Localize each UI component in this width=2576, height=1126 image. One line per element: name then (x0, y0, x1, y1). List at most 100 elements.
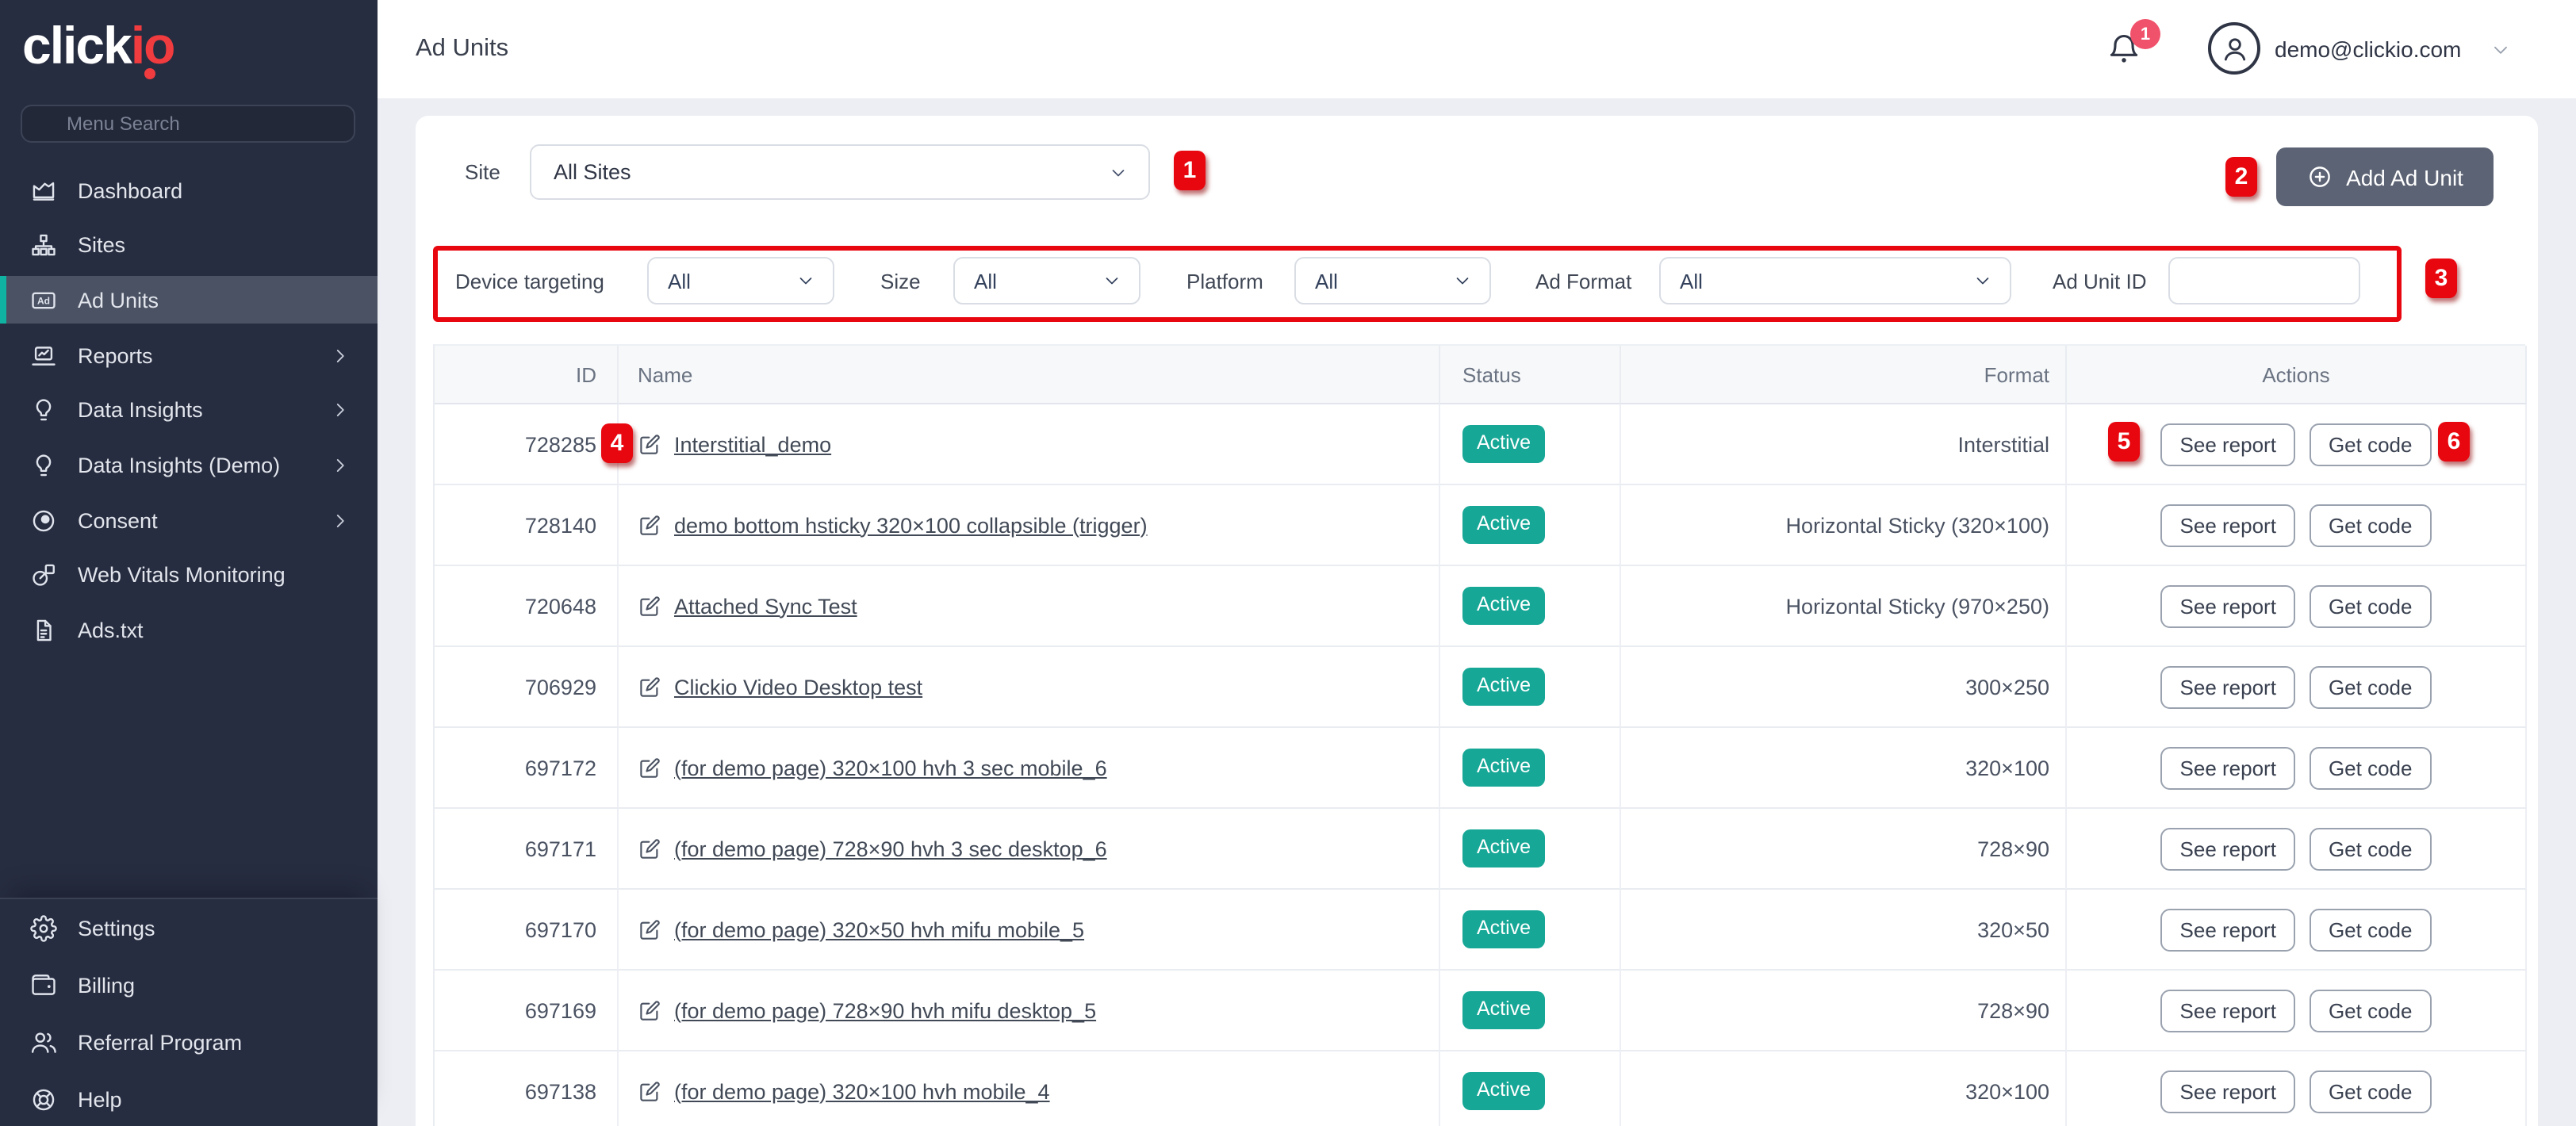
ad-unit-id-label: Ad Unit ID (2053, 270, 2147, 293)
edit-icon[interactable] (638, 594, 661, 618)
wallet-icon (30, 971, 57, 998)
edit-icon[interactable] (638, 513, 661, 537)
status-badge: Active (1462, 506, 1545, 544)
get-code-button[interactable]: Get code (2310, 584, 2432, 627)
sidebar-item-referral-program[interactable]: Referral Program (0, 1018, 378, 1066)
ad-unit-name-link[interactable]: Attached Sync Test (674, 594, 857, 618)
get-code-button[interactable]: Get code (2310, 504, 2432, 546)
page-title: Ad Units (416, 35, 508, 63)
see-report-button[interactable]: See report (2161, 989, 2295, 1032)
lightbulb-icon (30, 452, 57, 479)
edit-icon[interactable] (638, 756, 661, 779)
sidebar-item-data-insights[interactable]: Data Insights (0, 387, 378, 435)
format-cell: Horizontal Sticky (970×250) (1621, 566, 2067, 647)
sidebar-item-data-insights-demo[interactable]: Data Insights (Demo) (0, 442, 378, 489)
sidebar-item-sites[interactable]: Sites (0, 221, 378, 269)
sidebar-item-help[interactable]: Help (0, 1075, 378, 1123)
get-code-button[interactable]: Get code (2310, 1070, 2432, 1113)
ad-unit-name-cell: Clickio Video Desktop test (619, 647, 1440, 728)
device-targeting-label: Device targeting (455, 270, 604, 293)
user-email[interactable]: demo@clickio.com (2275, 36, 2461, 62)
ad-unit-name-link[interactable]: Interstitial_demo (674, 432, 831, 456)
ad-unit-name-cell: (for demo page) 728×90 hvh mifu desktop_… (619, 971, 1440, 1051)
format-cell: 300×250 (1621, 647, 2067, 728)
ad-unit-id-input[interactable] (2168, 257, 2360, 304)
get-code-button[interactable]: Get code (2310, 989, 2432, 1032)
edit-icon[interactable] (638, 675, 661, 699)
ad-unit-name-link[interactable]: (for demo page) 320×100 hvh 3 sec mobile… (674, 756, 1107, 779)
sidebar-bottom-nav: Settings Billing Referral Program Help (0, 898, 378, 1126)
ad-unit-name-link[interactable]: (for demo page) 728×90 hvh 3 sec desktop… (674, 837, 1107, 860)
table-row: 706929 Clickio Video Desktop test Active… (435, 647, 2525, 728)
sidebar-item-consent[interactable]: Consent (0, 496, 378, 544)
ad-format-select[interactable]: All (1659, 257, 2011, 304)
get-code-button[interactable]: Get code (2310, 746, 2432, 789)
site-select[interactable]: All Sites (530, 144, 1150, 200)
chevron-down-icon[interactable] (2490, 40, 2511, 60)
sidebar-nav: Dashboard Sites Ad Units Reports Data In… (0, 167, 378, 661)
sidebar-item-label: Data Insights (Demo) (78, 454, 280, 477)
ad-units-card: Site All Sites Add Ad Unit Device target… (416, 116, 2538, 1126)
edit-icon[interactable] (638, 998, 661, 1022)
ad-unit-id: 697138 (435, 1051, 619, 1126)
site-filter-label: Site (465, 160, 500, 184)
ad-unit-name-cell: (for demo page) 320×100 hvh 3 sec mobile… (619, 728, 1440, 809)
ad-unit-id: 706929 (435, 647, 619, 728)
see-report-button[interactable]: See report (2161, 908, 2295, 951)
device-targeting-select[interactable]: All (647, 257, 834, 304)
sidebar-item-dashboard[interactable]: Dashboard (0, 167, 378, 214)
ad-unit-id: 697170 (435, 890, 619, 971)
see-report-button[interactable]: See report (2161, 584, 2295, 627)
see-report-button[interactable]: See report (2161, 1070, 2295, 1113)
ad-unit-name-link[interactable]: (for demo page) 728×90 hvh mifu desktop_… (674, 998, 1096, 1022)
size-select[interactable]: All (953, 257, 1140, 304)
chevron-right-icon (330, 510, 351, 530)
ad-unit-name-link[interactable]: Clickio Video Desktop test (674, 675, 922, 699)
column-header-name: Name (619, 346, 1440, 404)
avatar[interactable] (2208, 22, 2260, 75)
users-icon (30, 1028, 57, 1055)
see-report-button[interactable]: See report (2161, 746, 2295, 789)
get-code-button[interactable]: Get code (2310, 665, 2432, 708)
column-header-format: Format (1621, 346, 2067, 404)
see-report-button[interactable]: See report (2161, 504, 2295, 546)
ad-units-table: ID Name Status Format Actions 728285 Int… (433, 344, 2525, 1126)
table-row: 697169 (for demo page) 728×90 hvh mifu d… (435, 971, 2525, 1051)
get-code-button[interactable]: Get code (2310, 423, 2432, 465)
edit-icon[interactable] (638, 432, 661, 456)
see-report-button[interactable]: See report (2161, 423, 2295, 465)
status-badge: Active (1462, 587, 1545, 625)
platform-label: Platform (1186, 270, 1263, 293)
see-report-button[interactable]: See report (2161, 827, 2295, 870)
get-code-button[interactable]: Get code (2310, 827, 2432, 870)
sidebar-item-billing[interactable]: Billing (0, 961, 378, 1009)
ad-unit-name-link[interactable]: demo bottom hsticky 320×100 collapsible … (674, 513, 1148, 537)
chevron-down-icon (796, 271, 815, 290)
edit-icon[interactable] (638, 1079, 661, 1103)
sidebar-item-ads-txt[interactable]: Ads.txt (0, 607, 378, 654)
status-badge: Active (1462, 910, 1545, 948)
format-cell: Interstitial (1621, 404, 2067, 485)
ad-unit-name-cell: (for demo page) 320×50 hvh mifu mobile_5 (619, 890, 1440, 971)
ad-unit-name-cell: Attached Sync Test (619, 566, 1440, 647)
sidebar-item-label: Help (78, 1087, 122, 1111)
sidebar-item-label: Settings (78, 916, 155, 940)
platform-select[interactable]: All (1294, 257, 1491, 304)
see-report-button[interactable]: See report (2161, 665, 2295, 708)
get-code-button[interactable]: Get code (2310, 908, 2432, 951)
sidebar-item-ad-units[interactable]: Ad Units (0, 277, 378, 324)
ad-unit-name-link[interactable]: (for demo page) 320×50 hvh mifu mobile_5 (674, 917, 1084, 941)
sidebar-item-reports[interactable]: Reports (0, 331, 378, 379)
edit-icon[interactable] (638, 837, 661, 860)
chevron-right-icon (330, 455, 351, 476)
sidebar-item-label: Dashboard (78, 178, 182, 202)
sidebar-item-settings[interactable]: Settings (0, 904, 378, 952)
menu-search-input[interactable] (21, 105, 355, 143)
notification-count-badge: 1 (2130, 19, 2160, 49)
ad-unit-id: 720648 (435, 566, 619, 647)
chevron-right-icon (330, 345, 351, 366)
ad-unit-name-link[interactable]: (for demo page) 320×100 hvh mobile_4 (674, 1079, 1050, 1103)
edit-icon[interactable] (638, 917, 661, 941)
sidebar-item-web-vitals-monitoring[interactable]: Web Vitals Monitoring (0, 552, 378, 599)
add-ad-unit-button[interactable]: Add Ad Unit (2276, 147, 2494, 206)
